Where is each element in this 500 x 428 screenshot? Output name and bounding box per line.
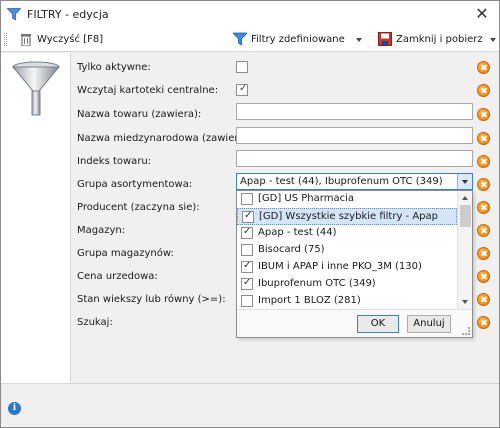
- clear-field-icon[interactable]: [477, 61, 490, 74]
- window-title: FILTRY - edycja: [27, 8, 109, 21]
- item-checkbox[interactable]: [241, 244, 253, 256]
- label-product-name: Nazwa towaru (zawiera):: [77, 109, 202, 120]
- label-stock-gte: Stan wiekszy lub równy (>=):: [77, 294, 226, 305]
- item-checkbox[interactable]: [241, 295, 253, 307]
- filter-icon: [233, 32, 247, 46]
- product-name-input[interactable]: [236, 103, 473, 120]
- clear-field-icon[interactable]: [477, 247, 490, 260]
- cancel-button[interactable]: Anuluj: [407, 315, 451, 333]
- funnel-icon: [11, 61, 61, 116]
- clear-field-icon[interactable]: [477, 293, 490, 306]
- scroll-down-icon[interactable]: [459, 296, 472, 308]
- item-checkbox[interactable]: [241, 193, 253, 205]
- item-label: IBUM i APAP i inne PKO_3M (130): [258, 261, 422, 272]
- list-item[interactable]: Bisocard (75): [237, 242, 457, 259]
- item-label: [GD] Wszystkie szybkie filtry - Apap: [259, 211, 439, 222]
- active-only-checkbox[interactable]: [236, 61, 248, 73]
- defined-filters-button[interactable]: Filtry zdefiniowane: [251, 31, 345, 48]
- filters-dialog: FILTRY - edycja ✕ Wyczyść [F8] Filtry zd…: [0, 0, 500, 428]
- chevron-down-icon[interactable]: [457, 174, 472, 189]
- clear-field-icon[interactable]: [477, 224, 490, 237]
- item-label: Bisocard (75): [258, 244, 325, 255]
- label-warehouse-groups: Grupa magazynów:: [77, 248, 174, 259]
- assortment-group-value: Apap - test (44), Ibuprofenum OTC (349): [240, 176, 443, 187]
- item-checkbox[interactable]: ✓: [241, 260, 253, 273]
- item-label: Import 1 BLOZ (281): [258, 295, 361, 306]
- left-image-panel: [1, 53, 71, 383]
- check-icon: ✓: [243, 226, 252, 237]
- dropdown-footer: OK Anuluj: [237, 309, 472, 337]
- item-label: Apap - test (44): [258, 227, 337, 238]
- check-icon: ✓: [243, 277, 252, 288]
- list-item[interactable]: ✓ [GD] Wszystkie szybkie filtry - Apap: [237, 208, 457, 225]
- label-international-name: Nazwa miedzynarodowa (zawiera):: [77, 133, 252, 144]
- clear-field-icon[interactable]: [477, 84, 490, 97]
- label-search: Szukaj:: [77, 317, 113, 328]
- trash-icon: [21, 34, 31, 46]
- label-product-index: Indeks towaru:: [77, 156, 152, 167]
- scroll-up-icon[interactable]: [459, 192, 472, 204]
- label-central-files: Wczytaj kartoteki centralne:: [77, 85, 219, 96]
- scroll-thumb[interactable]: [460, 205, 471, 227]
- label-producer: Producent (zaczyna sie):: [77, 202, 200, 213]
- item-label: [GD] US Pharmacia: [258, 193, 354, 204]
- clear-field-icon[interactable]: [477, 316, 490, 329]
- clear-field-icon[interactable]: [477, 155, 490, 168]
- close-and-get-dropdown-icon[interactable]: [490, 38, 496, 42]
- clear-field-icon[interactable]: [477, 178, 490, 191]
- label-active-only: Tylko aktywne:: [77, 62, 151, 73]
- title-bar: FILTRY - edycja ✕: [1, 1, 499, 27]
- assortment-group-combo[interactable]: Apap - test (44), Ibuprofenum OTC (349): [236, 173, 473, 190]
- clear-field-icon[interactable]: [477, 201, 490, 214]
- close-button[interactable]: ✕: [471, 4, 493, 24]
- check-icon: ✓: [239, 83, 248, 94]
- resize-grip-icon[interactable]: [462, 327, 470, 335]
- list-item[interactable]: Import 1 BLOZ (281): [237, 293, 457, 310]
- label-official-price: Cena urzedowa:: [77, 271, 158, 282]
- check-icon: ✓: [243, 260, 252, 271]
- funnel-app-icon: [7, 8, 21, 20]
- toolbar: Wyczyść [F8] Filtry zdefiniowane Zamknij…: [1, 27, 499, 52]
- status-bar: i: [1, 383, 499, 427]
- list-item[interactable]: ✓ Ibuprofenum OTC (349): [237, 276, 457, 293]
- ok-button[interactable]: OK: [357, 315, 399, 333]
- list-item[interactable]: ✓ Apap - test (44): [237, 225, 457, 242]
- dropdown-list: [GD] US Pharmacia ✓ [GD] Wszystkie szybk…: [237, 191, 457, 309]
- item-checkbox[interactable]: ✓: [242, 210, 254, 223]
- info-icon[interactable]: i: [8, 402, 21, 415]
- clear-field-icon[interactable]: [477, 108, 490, 121]
- clear-button[interactable]: Wyczyść [F8]: [37, 31, 103, 48]
- clear-field-icon[interactable]: [477, 132, 490, 145]
- product-index-input[interactable]: [236, 150, 473, 167]
- assortment-group-dropdown: [GD] US Pharmacia ✓ [GD] Wszystkie szybk…: [236, 190, 473, 338]
- defined-filters-dropdown-icon[interactable]: [356, 38, 362, 42]
- item-checkbox[interactable]: ✓: [241, 226, 253, 239]
- toolbar-grip[interactable]: [4, 33, 7, 46]
- international-name-input[interactable]: [236, 127, 473, 144]
- list-item[interactable]: [GD] US Pharmacia: [237, 191, 457, 208]
- label-assortment-group: Grupa asortymentowa:: [77, 179, 193, 190]
- list-item[interactable]: ✓ IBUM i APAP i inne PKO_3M (130): [237, 259, 457, 276]
- check-icon: ✓: [244, 210, 253, 221]
- item-label: Ibuprofenum OTC (349): [258, 278, 376, 289]
- label-warehouse: Magazyn:: [77, 225, 126, 236]
- dropdown-scrollbar[interactable]: [457, 191, 472, 309]
- close-and-get-button[interactable]: Zamknij i pobierz: [396, 31, 483, 48]
- item-checkbox[interactable]: ✓: [241, 277, 253, 290]
- clear-field-icon[interactable]: [477, 270, 490, 283]
- central-files-checkbox[interactable]: ✓: [236, 83, 248, 96]
- save-close-icon: [378, 32, 392, 46]
